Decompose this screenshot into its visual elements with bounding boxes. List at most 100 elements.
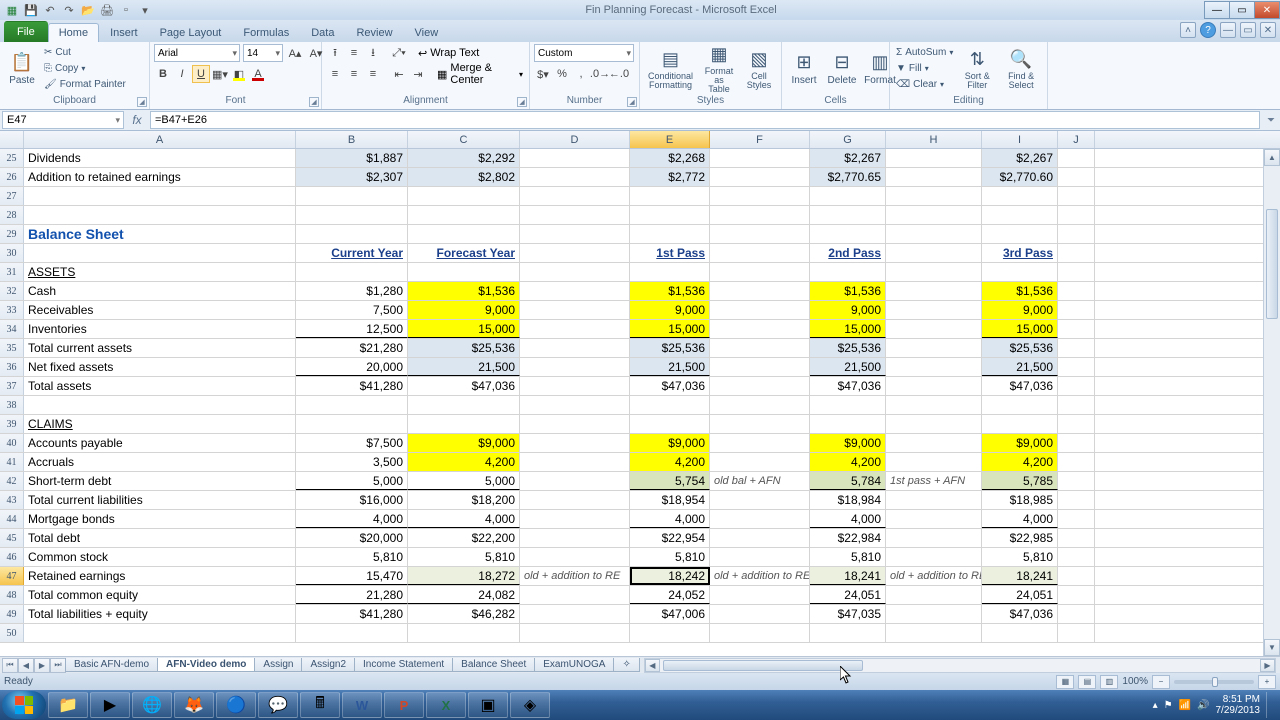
cell[interactable] [710,415,810,433]
cell[interactable]: old + addition to RE [520,567,630,585]
percent-icon[interactable]: % [553,65,571,83]
cell[interactable]: 7,500 [296,301,408,319]
cell[interactable] [1058,225,1095,243]
cell[interactable]: 2nd Pass [810,244,886,262]
cell[interactable]: old + addition to RE [886,567,982,585]
cell[interactable]: $2,770.60 [982,168,1058,186]
cell[interactable] [630,206,710,224]
grow-font-icon[interactable]: A▴ [286,44,304,62]
orientation-icon[interactable]: ⤢▾ [390,44,408,62]
cell[interactable]: $9,000 [810,434,886,452]
cell[interactable] [710,624,810,642]
zoom-slider[interactable] [1174,680,1254,684]
firefox-icon[interactable]: 🦊 [174,692,214,718]
font-dialog-launcher[interactable]: ◢ [309,97,319,107]
cell[interactable] [710,453,810,471]
cell[interactable] [1058,548,1095,566]
cell[interactable]: $22,200 [408,529,520,547]
print-preview-icon[interactable]: 🖨 [99,2,115,18]
cell[interactable] [1058,605,1095,623]
align-center-icon[interactable]: ≡ [345,65,363,83]
cell[interactable] [810,263,886,281]
cell[interactable]: $25,536 [982,339,1058,357]
network-icon[interactable]: 📶 [1179,700,1191,711]
cell[interactable]: $22,985 [982,529,1058,547]
cell[interactable]: 21,500 [408,358,520,376]
cell[interactable]: Forecast Year [408,244,520,262]
row-header[interactable]: 42 [0,472,24,490]
maximize-button[interactable]: ▭ [1229,1,1255,19]
currency-icon[interactable]: $▾ [534,65,552,83]
word-icon[interactable]: W [342,692,382,718]
cell[interactable] [886,339,982,357]
cell[interactable] [810,415,886,433]
cell[interactable] [1058,149,1095,167]
cell[interactable]: 4,200 [408,453,520,471]
tab-file[interactable]: File [4,21,48,42]
cell[interactable] [982,263,1058,281]
cell[interactable]: 15,000 [810,320,886,338]
align-left-icon[interactable]: ≡ [326,65,344,83]
select-all-button[interactable] [0,131,24,148]
cell[interactable] [520,453,630,471]
cell[interactable] [1058,339,1095,357]
cell[interactable] [1058,624,1095,642]
cell[interactable]: old bal + AFN [710,472,810,490]
cell[interactable]: 18,272 [408,567,520,585]
cell[interactable]: $9,000 [408,434,520,452]
row-header[interactable]: 27 [0,187,24,205]
tab-review[interactable]: Review [345,23,403,42]
cell[interactable]: $1,536 [982,282,1058,300]
show-desktop-button[interactable] [1266,692,1274,718]
cell[interactable] [520,415,630,433]
increase-indent-icon[interactable]: ⇥ [409,65,427,83]
cell[interactable] [24,624,296,642]
row-header[interactable]: 33 [0,301,24,319]
align-middle-icon[interactable]: ≡ [345,44,363,62]
horizontal-scrollbar[interactable]: ◀ ▶ [644,658,1276,673]
cell[interactable]: $1,280 [296,282,408,300]
cell[interactable]: 5,810 [982,548,1058,566]
cell[interactable] [886,529,982,547]
decrease-decimal-icon[interactable]: ←.0 [610,65,628,83]
cell[interactable] [1058,282,1095,300]
cell[interactable]: $21,280 [296,339,408,357]
sheet-nav-next-icon[interactable]: ▶ [34,658,50,673]
excel-icon[interactable]: ▦ [4,2,20,18]
col-header-a[interactable]: A [24,131,296,148]
row-header[interactable]: 28 [0,206,24,224]
fill-color-button[interactable]: ◧ [230,65,248,83]
flag-icon[interactable]: ⚑ [1164,700,1173,711]
cell[interactable]: Net fixed assets [24,358,296,376]
scroll-left-icon[interactable]: ◀ [645,659,660,672]
cell[interactable]: $47,036 [982,605,1058,623]
cell[interactable]: old + addition to RE [710,567,810,585]
skype-icon[interactable]: 💬 [258,692,298,718]
cell[interactable]: 15,000 [982,320,1058,338]
tab-insert[interactable]: Insert [99,23,149,42]
cell[interactable]: 21,280 [296,586,408,604]
cell[interactable]: $1,887 [296,149,408,167]
cell[interactable]: $22,984 [810,529,886,547]
delete-cells-button[interactable]: ⊟Delete [824,44,860,94]
cell[interactable] [710,168,810,186]
tab-page-layout[interactable]: Page Layout [149,23,233,42]
cell[interactable] [810,624,886,642]
bold-button[interactable]: B [154,65,172,83]
cell[interactable] [630,415,710,433]
cell[interactable]: 5,000 [408,472,520,490]
cell[interactable] [710,586,810,604]
cell[interactable]: $2,772 [630,168,710,186]
cell[interactable] [710,282,810,300]
border-button[interactable]: ▦▾ [211,65,229,83]
cell[interactable] [710,320,810,338]
cell[interactable] [710,225,810,243]
cell[interactable]: 15,000 [630,320,710,338]
cell[interactable]: CLAIMS [24,415,296,433]
cell[interactable]: $46,282 [408,605,520,623]
cell[interactable] [710,491,810,509]
number-dialog-launcher[interactable]: ◢ [627,97,637,107]
cell[interactable] [520,510,630,528]
cell[interactable]: $47,036 [630,377,710,395]
tab-data[interactable]: Data [300,23,345,42]
